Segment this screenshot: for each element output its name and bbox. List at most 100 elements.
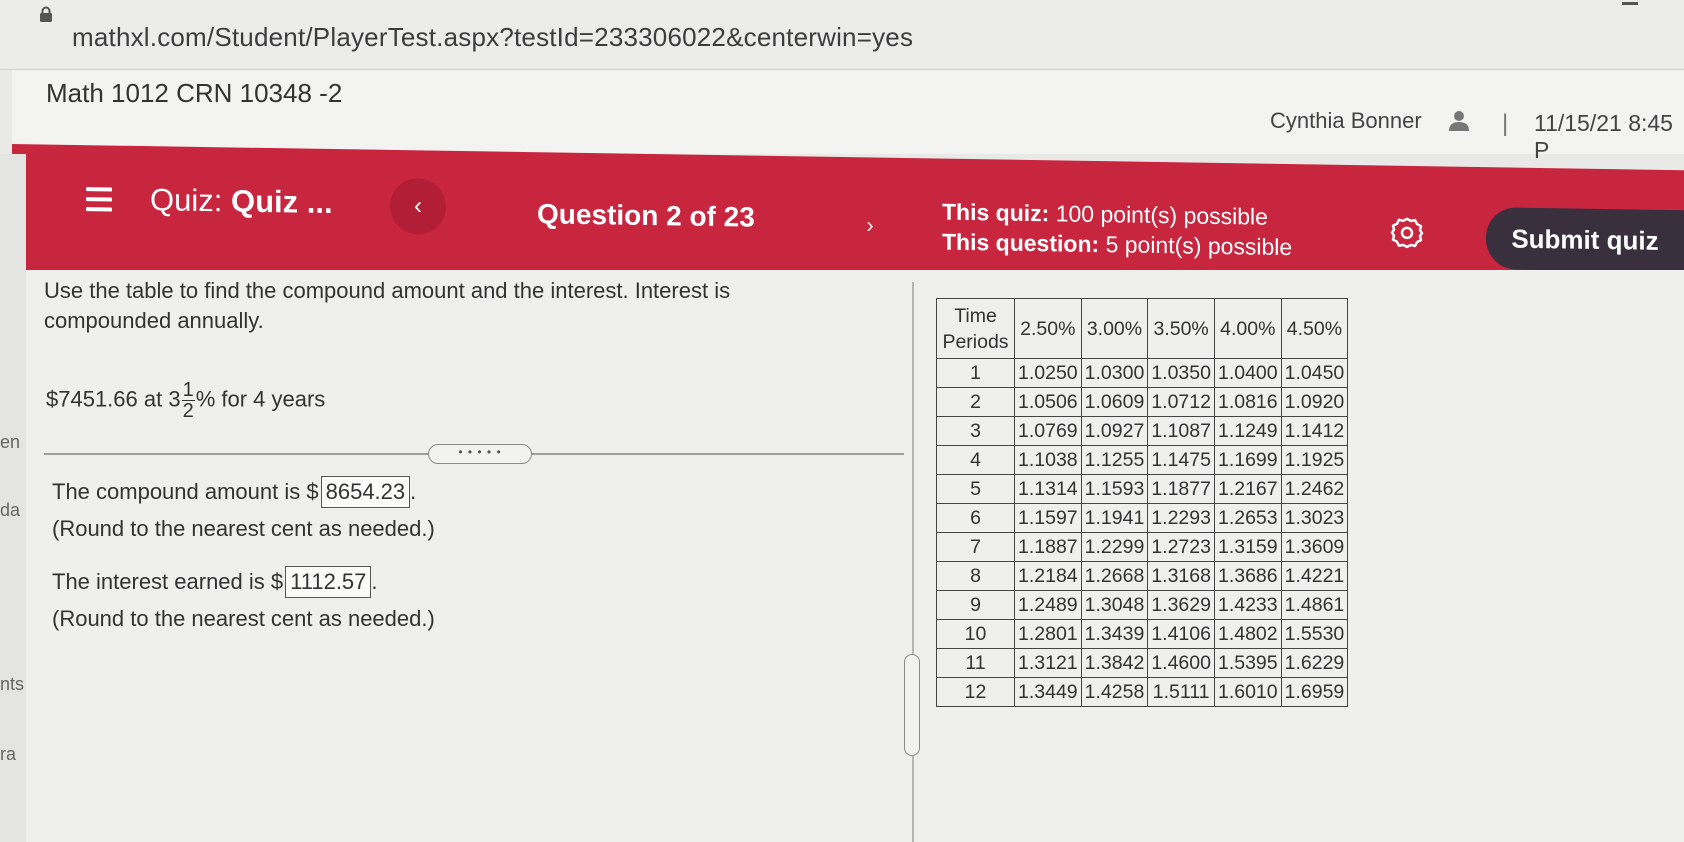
- quiz-name: Quiz ...: [230, 183, 333, 221]
- factor-cell: 1.4258: [1080, 677, 1149, 707]
- factor-cell: 1.3686: [1213, 561, 1282, 591]
- period-cell: 6: [936, 503, 1015, 533]
- factor-cell: 1.3048: [1080, 590, 1149, 620]
- factor-cell: 1.4861: [1280, 590, 1349, 620]
- factor-cell: 1.3159: [1213, 532, 1282, 562]
- compound-label: The compound amount is $: [52, 479, 319, 504]
- interest-field[interactable]: 1112.57: [285, 566, 372, 598]
- factor-cell: 1.5111: [1147, 677, 1215, 707]
- url-text[interactable]: mathxl.com/Student/PlayerTest.aspx?testI…: [72, 22, 913, 53]
- factor-cell: 1.2167: [1213, 474, 1282, 504]
- factor-cell: 1.3609: [1280, 532, 1349, 562]
- factor-cell: 1.0816: [1213, 387, 1282, 417]
- compound-hint: (Round to the nearest cent as needed.): [52, 516, 435, 541]
- fraction-denominator: 2: [182, 400, 194, 422]
- factor-cell: 1.0300: [1080, 358, 1149, 388]
- rate-suffix: % for 4 years: [195, 386, 326, 412]
- fraction-numerator: 1: [181, 379, 195, 401]
- problem-statement: $7451.66 at 3 1 2% for 4 years: [46, 380, 325, 421]
- factor-cell: 1.0712: [1147, 387, 1215, 417]
- user-name[interactable]: Cynthia Bonner: [1270, 108, 1422, 134]
- question-content-area: [26, 270, 1684, 842]
- period-cell: 2: [936, 387, 1015, 417]
- factor-cell: 1.1593: [1080, 474, 1149, 504]
- browser-address-bar[interactable]: mathxl.com/Student/PlayerTest.aspx?testI…: [0, 0, 1684, 70]
- factor-cell: 1.1249: [1213, 416, 1282, 446]
- lock-icon: [40, 6, 52, 22]
- factor-cell: 1.1314: [1014, 474, 1082, 504]
- rate-header: 2.50%: [1014, 298, 1082, 359]
- factor-cell: 1.3449: [1014, 677, 1082, 707]
- factor-cell: 1.3439: [1080, 619, 1149, 649]
- period-cell: 1: [936, 358, 1015, 388]
- question-instruction: Use the table to find the compound amoun…: [44, 278, 731, 333]
- factor-cell: 1.0350: [1147, 358, 1215, 388]
- rate-header: 4.00%: [1213, 298, 1282, 359]
- compound-amount-field[interactable]: 8654.23: [320, 476, 411, 508]
- factor-cell: 1.1887: [1014, 532, 1082, 562]
- period-cell: 11: [936, 648, 1015, 678]
- factor-cell: 1.4221: [1280, 561, 1349, 591]
- period-cell: 4: [936, 445, 1015, 475]
- factor-cell: 1.2462: [1280, 474, 1349, 504]
- question-counter: Question 2 of 23: [537, 198, 755, 233]
- factor-cell: 1.2184: [1014, 561, 1082, 591]
- period-cell: 8: [936, 561, 1015, 591]
- factor-cell: 1.0450: [1280, 358, 1349, 388]
- table-row: 11 1.3121 1.3842 1.4600 1.5395 1.6229: [936, 648, 1349, 678]
- table-row: 10 1.2801 1.3439 1.4106 1.4802 1.5530: [936, 619, 1349, 649]
- edge-fragment: en: [0, 432, 21, 452]
- quiz-title[interactable]: Quiz: Quiz ...: [150, 182, 333, 221]
- datetime: 11/15/21 8:45 P: [1534, 110, 1673, 163]
- factor-cell: 1.5395: [1213, 648, 1282, 678]
- submit-quiz-button[interactable]: Submit quiz: [1486, 207, 1684, 273]
- rate-header: 4.50%: [1280, 298, 1349, 359]
- period-cell: 9: [936, 590, 1015, 620]
- interest-line: The interest earned is $1112.57.: [52, 566, 378, 598]
- minimize-icon[interactable]: [1622, 2, 1638, 5]
- factor-cell: 1.2668: [1080, 561, 1149, 591]
- factor-cell: 1.0609: [1080, 387, 1149, 417]
- period-cell: 3: [936, 416, 1015, 446]
- previous-question-button[interactable]: ‹: [390, 177, 446, 235]
- factor-cell: 1.1941: [1080, 503, 1149, 533]
- table-row: 4 1.1038 1.1255 1.1475 1.1699 1.1925: [936, 445, 1349, 475]
- rate-header: 3.50%: [1147, 298, 1215, 359]
- next-question-button[interactable]: ›: [850, 205, 890, 246]
- factor-cell: 1.0920: [1280, 387, 1349, 417]
- period-cell: 5: [936, 474, 1015, 504]
- factor-cell: 1.1038: [1014, 445, 1082, 475]
- factor-cell: 1.2489: [1014, 590, 1082, 620]
- factor-cell: 1.2653: [1213, 503, 1282, 533]
- factor-cell: 1.1597: [1014, 503, 1082, 533]
- table-row: 12 1.3449 1.4258 1.5111 1.6010 1.6959: [936, 677, 1349, 707]
- user-icon[interactable]: [1448, 110, 1470, 132]
- table-row: 3 1.0769 1.0927 1.1087 1.1249 1.1412: [936, 416, 1349, 446]
- table-row: 2 1.0506 1.0609 1.0712 1.0816 1.0920: [936, 387, 1349, 417]
- table-row: 8 1.2184 1.2668 1.3168 1.3686 1.4221: [936, 561, 1349, 591]
- factor-cell: 1.1699: [1213, 445, 1282, 475]
- period-cell: 7: [936, 532, 1015, 562]
- factor-cell: 1.6229: [1280, 648, 1349, 678]
- gear-icon[interactable]: [1390, 216, 1424, 251]
- factor-cell: 1.1877: [1147, 474, 1215, 504]
- header-divider: |: [1502, 110, 1509, 137]
- factor-cell: 1.2293: [1147, 503, 1215, 533]
- course-title: Math 1012 CRN 10348 -2: [46, 78, 343, 108]
- factor-cell: 1.0400: [1213, 358, 1282, 388]
- period-cell: 12: [936, 677, 1015, 707]
- factor-cell: 1.0250: [1014, 358, 1082, 388]
- interest-hint: (Round to the nearest cent as needed.): [52, 606, 435, 631]
- factor-cell: 1.2801: [1014, 619, 1082, 649]
- expand-handle[interactable]: • • • • •: [428, 444, 532, 464]
- factor-cell: 1.1475: [1147, 445, 1215, 475]
- factor-cell: 1.3023: [1280, 503, 1349, 533]
- pane-splitter[interactable]: [912, 282, 914, 842]
- table-row: 1 1.0250 1.0300 1.0350 1.0400 1.0450: [936, 358, 1349, 388]
- interest-label: The interest earned is $: [52, 569, 284, 594]
- factor-cell: 1.1087: [1147, 416, 1215, 446]
- factor-cell: 1.3121: [1014, 648, 1082, 678]
- compound-interest-table: Time Periods 2.50% 3.00% 3.50% 4.00% 4.50…: [936, 298, 1349, 707]
- splitter-handle[interactable]: [904, 654, 920, 756]
- hamburger-menu-icon[interactable]: [86, 187, 112, 212]
